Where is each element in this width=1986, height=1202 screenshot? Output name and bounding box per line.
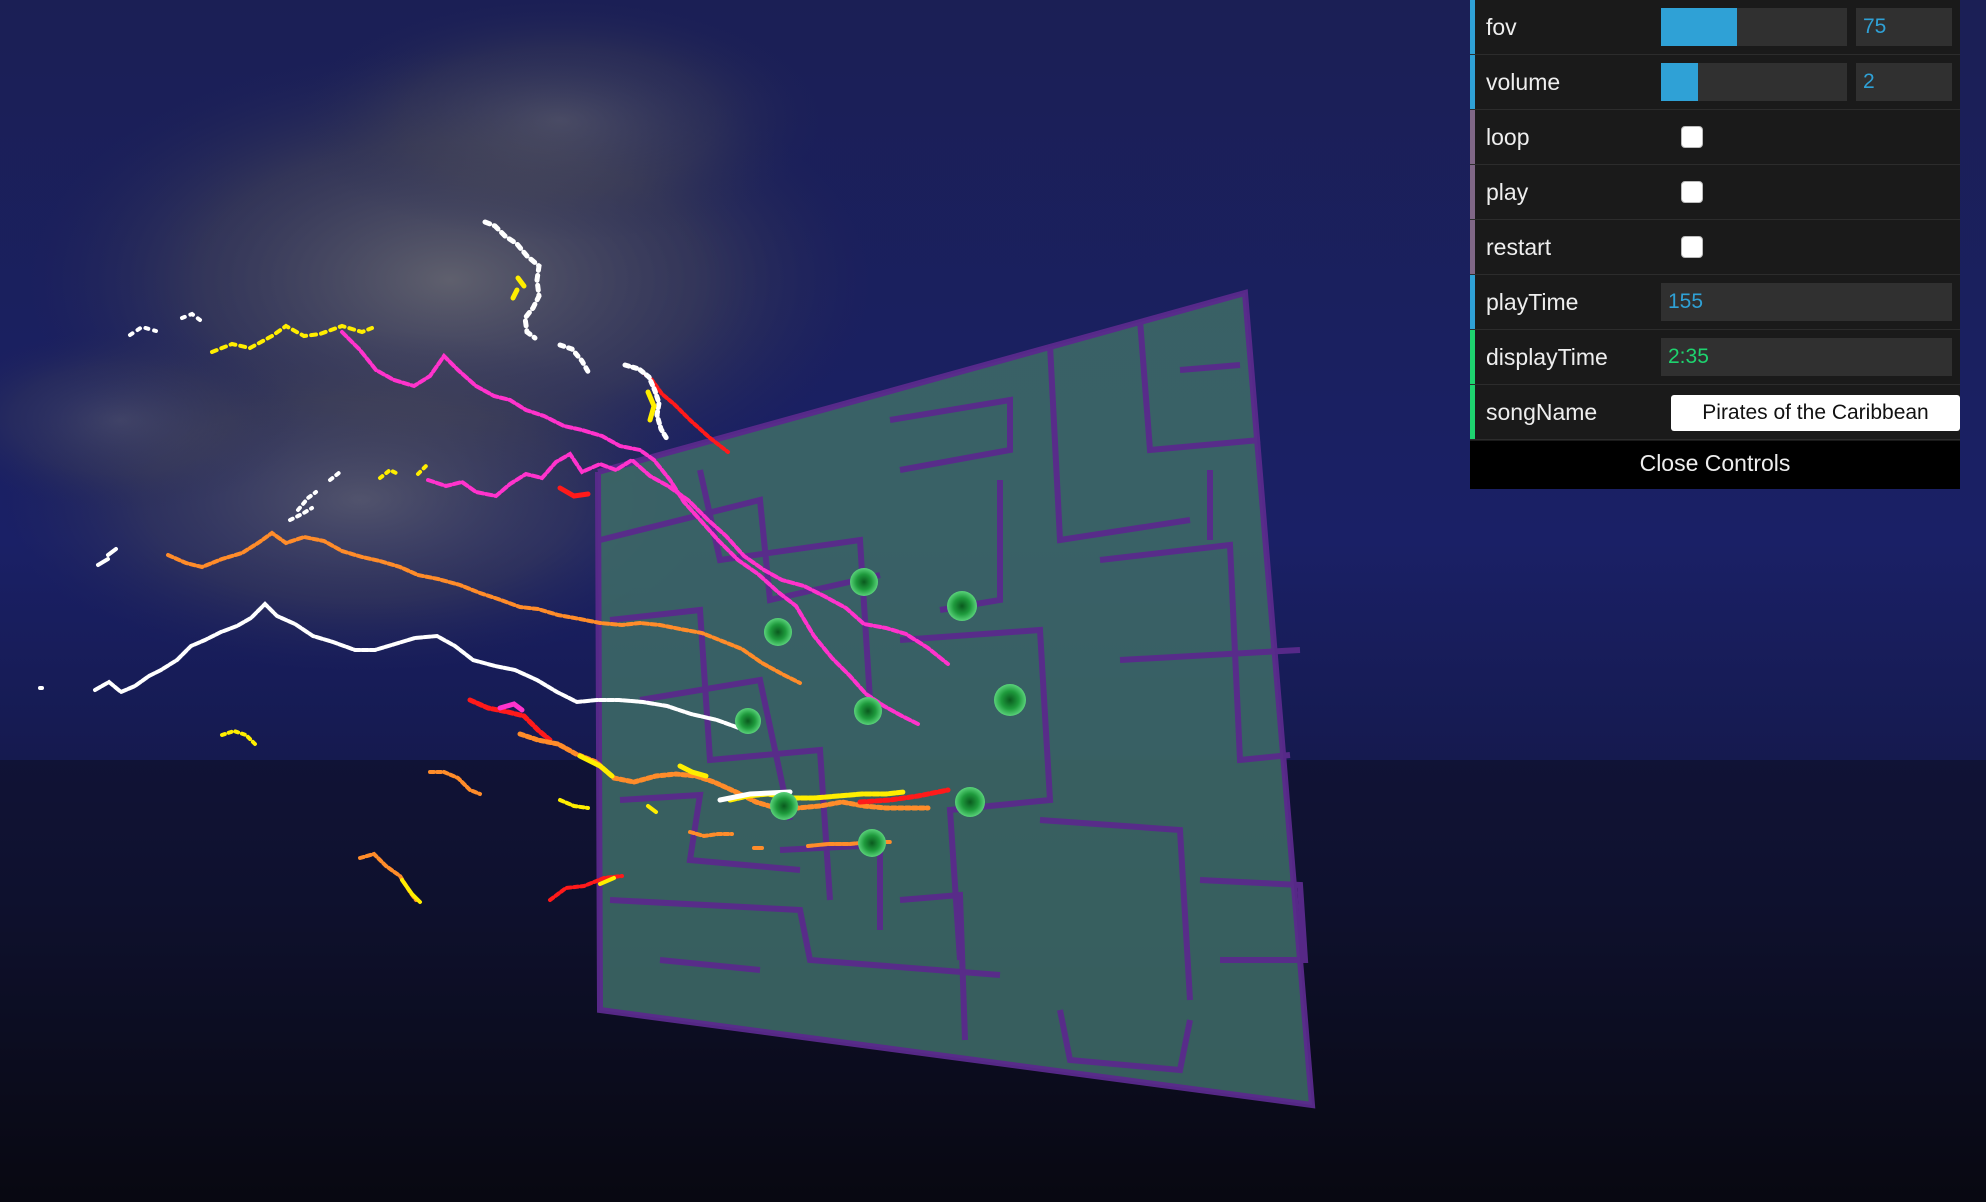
fov-control: fov 75 <box>1470 0 1960 55</box>
number-accent-bar <box>1470 275 1475 329</box>
node-marker <box>955 787 985 817</box>
playtime-label: playTime <box>1486 289 1579 315</box>
loop-control: loop <box>1470 110 1960 165</box>
volume-control: volume 2 <box>1470 55 1960 110</box>
songname-label: songName <box>1486 399 1598 425</box>
node-marker <box>735 708 761 734</box>
node-marker <box>850 568 878 596</box>
volume-slider-fill <box>1661 63 1699 101</box>
play-control: play <box>1470 165 1960 220</box>
playtime-number-input[interactable]: 155 <box>1661 283 1952 321</box>
string-accent-bar <box>1470 385 1475 439</box>
fov-number-input[interactable]: 75 <box>1856 8 1952 46</box>
node-marker <box>858 829 886 857</box>
node-marker <box>770 792 798 820</box>
controls-panel: fov 75 volume 2 loop play restart playTi… <box>1470 0 1960 489</box>
close-controls-button[interactable]: Close Controls <box>1470 441 1960 489</box>
displaytime-label: displayTime <box>1486 344 1608 370</box>
node-marker <box>764 618 792 646</box>
volume-slider[interactable] <box>1661 63 1847 101</box>
fov-slider[interactable] <box>1661 8 1847 46</box>
fov-label: fov <box>1486 14 1517 40</box>
boolean-accent-bar <box>1470 220 1475 274</box>
songname-control: songName Pirates of the Caribbean <box>1470 385 1960 440</box>
restart-label: restart <box>1486 234 1552 260</box>
play-label: play <box>1486 179 1529 205</box>
number-accent-bar <box>1470 55 1475 109</box>
playtime-control: playTime 155 <box>1470 275 1960 330</box>
displaytime-text-input[interactable]: 2:35 <box>1661 338 1952 376</box>
string-accent-bar <box>1470 330 1475 384</box>
play-checkbox[interactable] <box>1681 181 1703 203</box>
node-marker <box>994 684 1026 716</box>
boolean-accent-bar <box>1470 165 1475 219</box>
number-accent-bar <box>1470 0 1475 54</box>
songname-dropdown[interactable]: Pirates of the Caribbean <box>1671 395 1960 431</box>
restart-checkbox[interactable] <box>1681 236 1703 258</box>
displaytime-control: displayTime 2:35 <box>1470 330 1960 385</box>
node-marker <box>947 591 977 621</box>
node-marker <box>854 697 882 725</box>
loop-checkbox[interactable] <box>1681 126 1703 148</box>
boolean-accent-bar <box>1470 110 1475 164</box>
restart-control: restart <box>1470 220 1960 275</box>
volume-number-input[interactable]: 2 <box>1856 63 1952 101</box>
loop-label: loop <box>1486 124 1530 150</box>
volume-label: volume <box>1486 69 1561 95</box>
fov-slider-fill <box>1661 8 1738 46</box>
